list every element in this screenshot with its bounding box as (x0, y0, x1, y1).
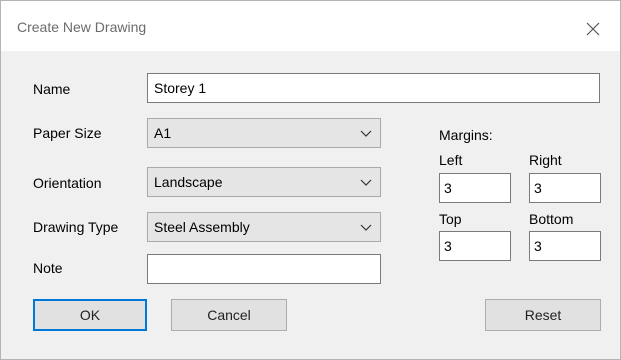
drawing-type-label: Drawing Type (33, 219, 119, 235)
title-bar: Create New Drawing (1, 1, 620, 51)
chevron-down-icon (360, 224, 372, 231)
margin-top-input[interactable]: 3 (439, 231, 511, 261)
create-drawing-dialog: Create New Drawing Name Storey 1 Paper S… (0, 0, 621, 360)
drawing-type-select[interactable]: Steel Assembly (147, 212, 381, 242)
orientation-select[interactable]: Landscape (147, 167, 381, 197)
margin-left-label: Left (439, 152, 463, 168)
close-button[interactable] (579, 15, 607, 43)
drawing-type-value: Steel Assembly (154, 219, 250, 235)
reset-button[interactable]: Reset (485, 299, 601, 331)
margin-bottom-input[interactable]: 3 (529, 231, 601, 261)
margin-right-label: Right (529, 152, 562, 168)
chevron-down-icon (360, 179, 372, 186)
chevron-down-icon (360, 130, 372, 137)
note-label: Note (33, 260, 63, 276)
margin-right-input[interactable]: 3 (529, 173, 601, 203)
margins-heading: Margins: (439, 127, 493, 143)
cancel-button[interactable]: Cancel (171, 299, 287, 331)
ok-button[interactable]: OK (33, 299, 147, 331)
close-icon (586, 22, 600, 36)
name-input[interactable]: Storey 1 (147, 73, 600, 103)
orientation-value: Landscape (154, 174, 223, 190)
margin-left-input[interactable]: 3 (439, 173, 511, 203)
dialog-title: Create New Drawing (17, 19, 147, 35)
orientation-label: Orientation (33, 175, 102, 191)
note-input[interactable] (147, 254, 381, 284)
paper-size-value: A1 (154, 125, 172, 141)
paper-size-select[interactable]: A1 (147, 118, 381, 148)
margin-bottom-label: Bottom (529, 211, 574, 227)
name-label: Name (33, 81, 71, 97)
margin-top-label: Top (439, 211, 462, 227)
paper-size-label: Paper Size (33, 125, 102, 141)
